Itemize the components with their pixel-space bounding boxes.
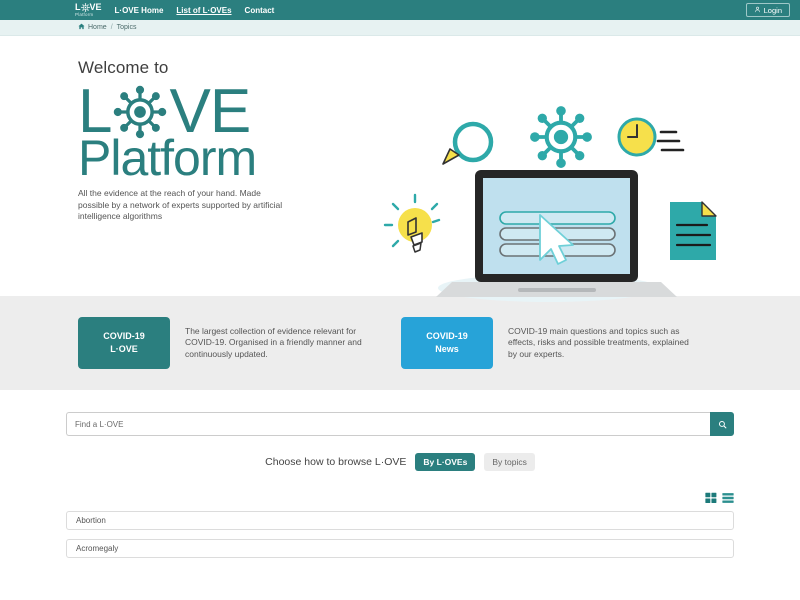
covid-love-description: The largest collection of evidence relev…: [185, 325, 362, 359]
list-item-label: Acromegaly: [76, 544, 119, 553]
list-view-icon[interactable]: [722, 492, 734, 504]
breadcrumb: Home / Topics: [0, 20, 800, 36]
brand-text-after: VE: [89, 2, 102, 12]
covid-news-button-line2: News: [435, 344, 459, 354]
list-item[interactable]: Abortion: [66, 511, 734, 530]
clock-icon: [617, 117, 685, 157]
user-icon: [754, 6, 761, 15]
breadcrumb-current: Topics: [116, 24, 137, 31]
covid-19-news-button[interactable]: COVID-19 News: [401, 317, 493, 369]
browse-by-topics-button[interactable]: By topics: [484, 453, 535, 471]
home-icon: [78, 23, 85, 32]
breadcrumb-separator: /: [110, 24, 113, 31]
navbar-left: L VE Platform L·OVE Home List of L·OVEs …: [75, 3, 274, 17]
hero-welcome: Welcome to: [78, 58, 169, 77]
search-button[interactable]: [710, 412, 734, 436]
search-bar: [66, 412, 734, 436]
search-input[interactable]: [66, 412, 710, 436]
brand-subtitle: Platform: [75, 11, 94, 17]
nav-link-contact[interactable]: Contact: [245, 6, 275, 15]
covid-19-love-button[interactable]: COVID-19 L·OVE: [78, 317, 170, 369]
list-item[interactable]: Acromegaly: [66, 539, 734, 558]
breadcrumb-home-label: Home: [88, 24, 107, 31]
magnifier-icon: [442, 121, 494, 165]
search-section: Choose how to browse L·OVE By L·OVEs By …: [0, 390, 800, 471]
hero-logo: L VE Platform: [78, 80, 350, 186]
browse-by-loves-button[interactable]: By L·OVEs: [415, 453, 476, 471]
covid-love-button-line1: COVID-19: [103, 331, 145, 341]
browse-mode-row: Choose how to browse L·OVE By L·OVEs By …: [0, 453, 800, 471]
covid-love-button-line2: L·OVE: [110, 344, 138, 354]
brand-logo[interactable]: L VE Platform: [75, 3, 102, 17]
covid-card-love: COVID-19 L·OVE The largest collection of…: [78, 317, 367, 369]
brand-logo-text: L VE: [75, 3, 102, 12]
navbar: L VE Platform L·OVE Home List of L·OVEs …: [0, 0, 800, 20]
breadcrumb-home[interactable]: Home: [78, 23, 107, 32]
document-icon: [670, 201, 717, 260]
login-button[interactable]: Login: [745, 3, 790, 17]
love-list: Abortion Acromegaly: [66, 511, 734, 558]
lightbulb-icon: [383, 193, 441, 253]
list-item-label: Abortion: [76, 516, 106, 525]
hero-illustration: [380, 92, 720, 312]
login-button-label: Login: [763, 5, 782, 15]
view-toggle: [66, 492, 734, 504]
hero-text-block: Welcome to L VE Platform All the evidenc…: [0, 36, 350, 296]
grid-view-icon[interactable]: [705, 492, 717, 504]
nav-link-list-of-loves[interactable]: List of L·OVEs: [176, 6, 231, 15]
search-icon: [718, 417, 727, 432]
covid-news-description: COVID-19 main questions and topics such …: [508, 325, 689, 359]
hero-logo-platform: Platform: [78, 130, 257, 186]
covid-news-button-line1: COVID-19: [426, 331, 468, 341]
virus-icon: [530, 106, 592, 168]
nav-link-love-home[interactable]: L·OVE Home: [115, 6, 164, 15]
covid-card-news: COVID-19 News COVID-19 main questions an…: [401, 317, 700, 369]
hero-section: Welcome to L VE Platform All the evidenc…: [0, 36, 800, 302]
browse-label: Choose how to browse L·OVE: [265, 456, 407, 468]
virus-icon: [80, 3, 90, 12]
hero-subtitle: All the evidence at the reach of your ha…: [78, 188, 283, 221]
